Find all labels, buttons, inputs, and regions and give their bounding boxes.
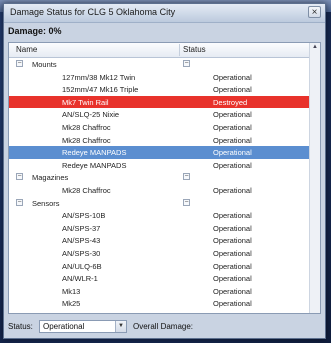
component-name: Mk25 — [62, 299, 81, 309]
collapse-toggle-icon[interactable]: − — [16, 198, 23, 206]
component-row[interactable]: Mk28 Chaffroc Operational — [9, 184, 310, 197]
component-row[interactable]: Mk7 Twin Rail Destroyed — [9, 95, 310, 109]
component-status: Operational — [213, 148, 252, 158]
group-name: Mounts — [32, 60, 57, 69]
window-title: Damage Status for CLG 5 Oklahoma City — [10, 7, 176, 17]
component-name: 152mm/47 Mk16 Triple — [62, 85, 139, 95]
component-status: Operational — [213, 110, 252, 120]
close-icon: × — [311, 7, 318, 18]
component-status: Operational — [213, 236, 252, 246]
component-name: Mk28 Chaffroc — [62, 122, 111, 132]
component-name: AN/SPS-37 — [62, 223, 101, 233]
damage-summary: Damage: 0% — [8, 26, 62, 36]
component-status: Operational — [213, 122, 252, 132]
component-status: Operational — [213, 160, 252, 170]
footer-bar: Status: Operational ▼ Overall Damage: — [8, 319, 321, 335]
group-row[interactable]: − − Magazines — [9, 171, 310, 184]
component-status: Operational — [213, 185, 252, 195]
component-status: Operational — [213, 223, 252, 233]
component-row[interactable]: Mk28 Chaffroc Operational — [9, 134, 310, 147]
component-status: Operational — [213, 261, 252, 271]
component-row[interactable]: AN/ULQ-6B Operational — [9, 260, 310, 273]
component-row[interactable]: AN/SPS-30 Operational — [9, 247, 310, 260]
chevron-down-icon[interactable]: ▼ — [115, 321, 126, 332]
components-grid: Name Status − − Mounts 127mm/38 Mk12 Twin Op… — [8, 42, 321, 314]
component-row[interactable]: AN/SPS-37 Operational — [9, 222, 310, 235]
component-name: AN/ULQ-6B — [62, 261, 102, 271]
component-status: Operational — [213, 248, 252, 258]
damage-value: 0% — [48, 26, 62, 36]
component-name: Redeye MANPADS — [62, 148, 127, 158]
component-status: Operational — [213, 135, 252, 145]
component-row[interactable]: AN/SPS-43 Operational — [9, 234, 310, 247]
status-select[interactable]: Operational ▼ — [39, 320, 127, 333]
column-header-status[interactable]: Status — [183, 45, 206, 54]
damage-status-window: Damage Status for CLG 5 Oklahoma City × … — [3, 3, 326, 339]
component-name: 127mm/38 Mk12 Twin — [62, 72, 136, 82]
collapse-toggle-icon[interactable]: − — [183, 198, 190, 206]
component-row[interactable]: Redeye MANPADS Operational — [9, 159, 310, 172]
group-row[interactable]: − − Mounts — [9, 58, 310, 71]
component-status: Destroyed — [213, 97, 248, 107]
component-row[interactable]: AN/WLR-1 Operational — [9, 272, 310, 285]
component-name: AN/SPS-43 — [62, 236, 101, 246]
component-row[interactable]: 152mm/47 Mk16 Triple Operational — [9, 83, 310, 96]
vertical-scrollbar[interactable]: ▲ — [309, 43, 320, 313]
damage-label: Damage: — [8, 26, 47, 36]
component-status: Operational — [213, 211, 252, 221]
collapse-toggle-icon[interactable]: − — [183, 173, 190, 181]
group-name: Sensors — [32, 198, 60, 208]
component-name: Mk7 Twin Rail — [62, 97, 109, 107]
component-row[interactable]: Mk13 Operational — [9, 285, 310, 298]
column-divider[interactable] — [179, 44, 180, 56]
collapse-toggle-icon[interactable]: − — [16, 60, 23, 67]
component-name: Redeye MANPADS — [62, 160, 127, 170]
component-row[interactable]: Mk28 Chaffroc Operational — [9, 121, 310, 134]
component-row[interactable]: AN/SPS-10B Operational — [9, 209, 310, 222]
title-bar[interactable]: Damage Status for CLG 5 Oklahoma City × — [4, 4, 325, 23]
status-label: Status: — [8, 322, 33, 331]
component-row[interactable]: Redeye MANPADS Operational — [9, 146, 310, 159]
component-status: Operational — [213, 85, 252, 95]
component-name: AN/WLR-1 — [62, 274, 98, 284]
overall-damage-label: Overall Damage: — [133, 322, 194, 331]
component-name: AN/SPS-30 — [62, 248, 101, 258]
component-status: Operational — [213, 274, 252, 284]
grid-header: Name Status — [9, 43, 310, 58]
status-select-value: Operational — [43, 322, 85, 331]
component-name: AN/SLQ-25 Nixie — [62, 110, 120, 120]
component-name: AN/SPS-10B — [62, 211, 106, 221]
collapse-toggle-icon[interactable]: − — [16, 173, 23, 181]
scroll-up-arrow-icon[interactable]: ▲ — [310, 43, 320, 52]
component-row[interactable]: AN/SLQ-25 Nixie Operational — [9, 108, 310, 121]
collapse-toggle-icon[interactable]: − — [183, 60, 190, 67]
component-row[interactable]: Mk25 Operational — [9, 297, 310, 310]
component-name: Mk28 Chaffroc — [62, 185, 111, 195]
component-status: Operational — [213, 299, 252, 309]
component-name: Mk28 Chaffroc — [62, 135, 111, 145]
grid-rows: − − Mounts 127mm/38 Mk12 Twin Operational 152… — [9, 58, 310, 310]
component-status: Operational — [213, 72, 252, 82]
component-row[interactable]: 127mm/38 Mk12 Twin Operational — [9, 71, 310, 84]
close-button[interactable]: × — [308, 6, 321, 18]
component-status: Operational — [213, 286, 252, 296]
group-name: Magazines — [32, 173, 69, 183]
component-name: Mk13 — [62, 286, 81, 296]
column-header-name[interactable]: Name — [16, 45, 37, 54]
group-row[interactable]: − − Sensors — [9, 197, 310, 210]
